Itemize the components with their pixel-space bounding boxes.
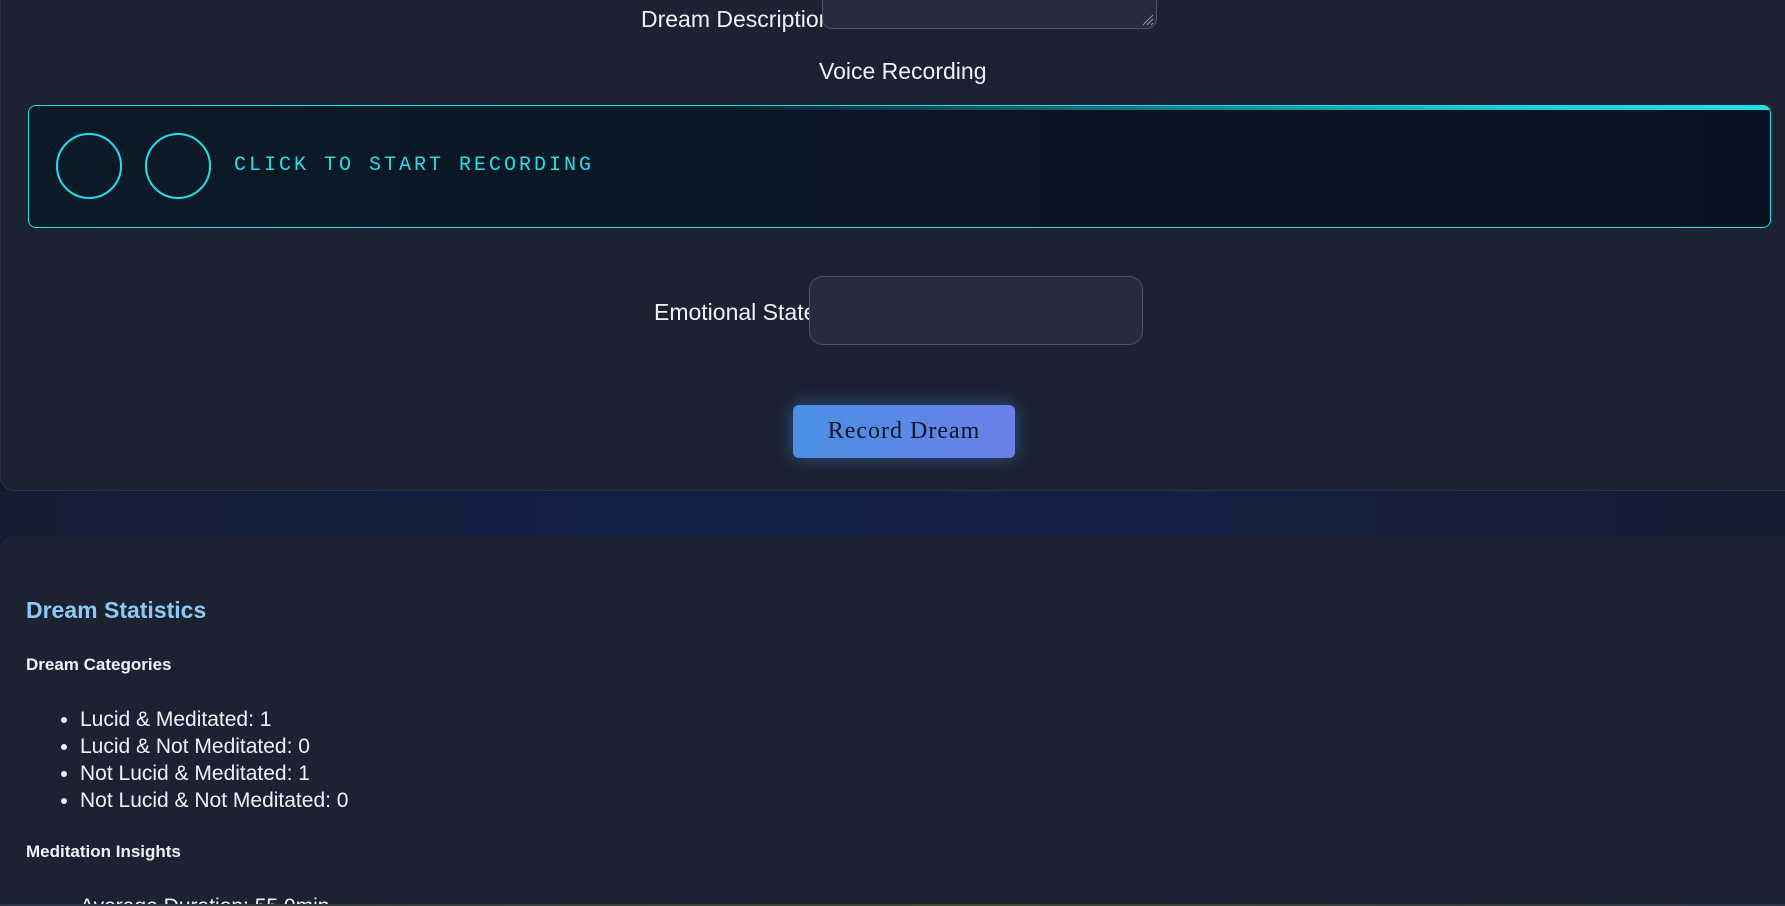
dream-description-label: Dream Description [641, 6, 832, 32]
category-item: Not Lucid & Meditated: 1 [80, 760, 348, 787]
page: Dream Description Voice Recording CLICK … [0, 0, 1785, 906]
emotional-state-label: Emotional State [654, 299, 817, 325]
record-circle-icon[interactable] [56, 133, 122, 199]
recorder-prompt[interactable]: CLICK TO START RECORDING [234, 154, 594, 177]
categories-list: Lucid & Meditated: 1 Lucid & Not Meditat… [26, 706, 348, 814]
dream-description-textarea[interactable] [822, 0, 1157, 29]
recorder-glow-bar [29, 106, 1770, 110]
meditation-insights-title: Meditation Insights [26, 842, 181, 861]
emotional-state-input[interactable] [809, 276, 1143, 345]
voice-recording-label: Voice Recording [819, 58, 987, 84]
record-dream-button[interactable]: Record Dream [793, 405, 1015, 458]
category-item: Lucid & Meditated: 1 [80, 706, 348, 733]
section-divider [0, 491, 1785, 536]
playback-circle-icon[interactable] [145, 133, 211, 199]
voice-recorder[interactable]: CLICK TO START RECORDING [28, 105, 1771, 228]
resize-grip-icon[interactable] [1140, 12, 1154, 26]
categories-title: Dream Categories [26, 655, 172, 674]
category-item: Lucid & Not Meditated: 0 [80, 733, 348, 760]
stats-title: Dream Statistics [26, 597, 207, 623]
category-item: Not Lucid & Not Meditated: 0 [80, 787, 348, 814]
dream-form-panel: Dream Description Voice Recording CLICK … [0, 0, 1785, 491]
dream-statistics-panel: Dream Statistics Dream Categories Lucid … [0, 536, 1785, 906]
